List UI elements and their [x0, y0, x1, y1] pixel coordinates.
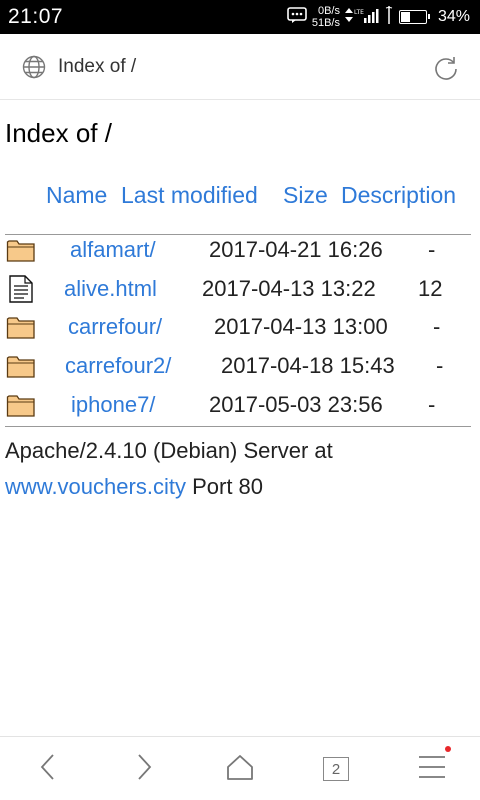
address-title[interactable]: Index of / [58, 56, 136, 78]
port-info: Port 80 [192, 474, 264, 499]
network-type: LTE [354, 9, 364, 16]
host-link[interactable]: www.vouchers.city [5, 474, 186, 499]
menu-button[interactable] [412, 746, 452, 787]
globe-icon [22, 55, 46, 84]
file-size: - [433, 314, 441, 339]
column-last-modified-link[interactable]: Last modified [121, 182, 258, 209]
folder-icon [6, 313, 36, 346]
document-icon [6, 274, 36, 309]
file-link[interactable]: iphone7/ [71, 392, 155, 418]
file-link[interactable]: carrefour/ [68, 314, 162, 340]
home-icon [225, 753, 255, 786]
lte-signal-icon: LTE [344, 5, 379, 30]
folder-icon [6, 236, 36, 269]
file-modified: 2017-04-18 15:43 [221, 353, 395, 378]
status-time: 21:07 [8, 5, 64, 28]
home-button[interactable] [220, 751, 260, 787]
table-row: alfamart/ 2017-04-21 16:26 - [0, 234, 480, 270]
folder-icon [6, 352, 36, 385]
bottom-nav-bar: 2 [0, 736, 480, 800]
file-size: - [436, 353, 444, 378]
status-icons: 0B/s 51B/s LTE 34% [287, 0, 470, 34]
file-link[interactable]: carrefour2/ [65, 353, 171, 379]
network-speed: 0B/s 51B/s [312, 5, 340, 29]
column-description-link[interactable]: Description [341, 182, 456, 209]
menu-icon [417, 754, 447, 785]
server-info: Apache/2.4.10 (Debian) Server at [5, 438, 333, 463]
vibrate-icon [384, 5, 394, 30]
file-size: - [428, 392, 436, 417]
table-row: iphone7/ 2017-05-03 23:56 - [0, 389, 480, 425]
file-size: 12 [418, 276, 443, 301]
table-row: carrefour/ 2017-04-13 13:00 - [0, 311, 480, 347]
battery-fill [400, 12, 410, 22]
tab-count: 2 [323, 757, 349, 781]
battery-icon [398, 10, 430, 24]
forward-button[interactable] [124, 751, 164, 787]
chevron-left-icon [38, 752, 58, 787]
page-title: Index of / [5, 118, 112, 148]
column-size-link[interactable]: Size [283, 182, 328, 209]
back-button[interactable] [28, 751, 68, 787]
divider [5, 426, 471, 427]
file-link[interactable]: alive.html [64, 276, 157, 302]
column-name-link[interactable]: Name [46, 182, 107, 209]
file-modified: 2017-05-03 23:56 [209, 392, 383, 417]
reload-icon[interactable] [432, 54, 460, 87]
tabs-button[interactable]: 2 [316, 751, 356, 787]
address-bar[interactable]: Index of / [0, 34, 480, 100]
folder-icon [6, 391, 36, 424]
table-row: alive.html 2017-04-13 13:22 12 [0, 272, 480, 308]
file-modified: 2017-04-13 13:22 [202, 276, 376, 301]
table-row: carrefour2/ 2017-04-18 15:43 - [0, 350, 480, 386]
download-speed: 51B/s [311, 17, 340, 29]
file-modified: 2017-04-13 13:00 [214, 314, 388, 339]
message-icon [287, 6, 307, 29]
file-size: - [428, 237, 436, 262]
battery-percent: 34% [437, 8, 470, 25]
listing-header: Name Last modified Size Description [0, 182, 480, 212]
notification-dot [445, 746, 451, 752]
status-bar: 21:07 0B/s 51B/s LTE 34% [0, 0, 480, 34]
file-link[interactable]: alfamart/ [70, 237, 156, 263]
chevron-right-icon [134, 752, 154, 787]
upload-speed: 0B/s [317, 5, 340, 17]
server-signature: Apache/2.4.10 (Debian) Server at www.vou… [5, 433, 475, 505]
file-modified: 2017-04-21 16:26 [209, 237, 383, 262]
